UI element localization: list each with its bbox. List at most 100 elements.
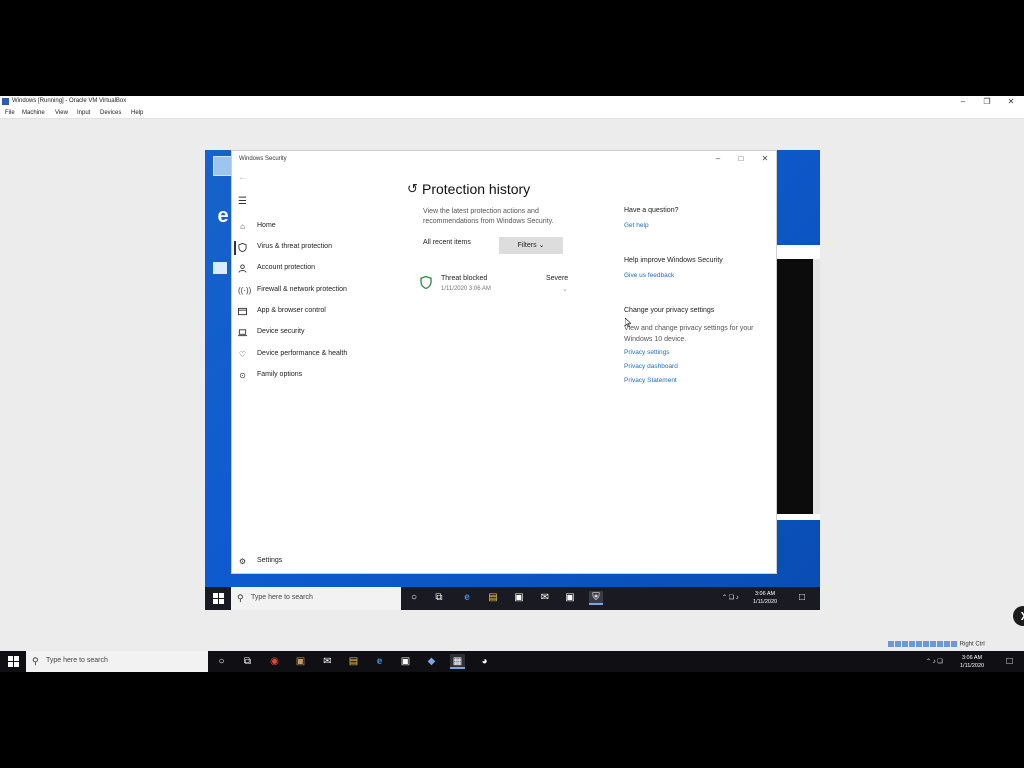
file-explorer-icon[interactable]: ▤ bbox=[346, 654, 361, 669]
mouse-integration-icon[interactable] bbox=[951, 641, 957, 647]
expand-chevron-icon[interactable]: ⌄ bbox=[562, 285, 568, 293]
task-view-icon[interactable]: ⧉ bbox=[240, 654, 255, 669]
menu-view[interactable]: View bbox=[55, 110, 68, 116]
nav-item-device-security[interactable]: Device security bbox=[232, 324, 402, 342]
host-clock[interactable]: 3:06 AM 1/11/2020 bbox=[960, 654, 984, 670]
notification-icon[interactable]: □ bbox=[1002, 654, 1017, 669]
obs-icon[interactable]: ◕ bbox=[477, 654, 492, 669]
mail-icon[interactable]: ✉ bbox=[320, 654, 335, 669]
mouse-cursor-icon bbox=[625, 318, 631, 327]
windows-start-icon[interactable] bbox=[213, 593, 224, 604]
desktop-shortcut-icon[interactable] bbox=[213, 262, 227, 274]
security-close-button[interactable]: ✕ bbox=[753, 153, 777, 165]
menu-machine[interactable]: Machine bbox=[22, 110, 45, 116]
shared-folder-icon[interactable] bbox=[923, 641, 929, 647]
terminal-icon[interactable]: ▣ bbox=[563, 591, 577, 605]
nav-item-family-options[interactable]: ⊙ Family options bbox=[232, 367, 402, 385]
windows-start-icon[interactable] bbox=[8, 656, 19, 667]
chrome-icon[interactable]: ◉ bbox=[267, 654, 282, 669]
guest-clock[interactable]: 3:06 AM 1/11/2020 bbox=[753, 590, 777, 606]
nav-item-firewall[interactable]: ((·)) Firewall & network protection bbox=[232, 282, 402, 300]
minimize-button[interactable]: – bbox=[951, 96, 975, 107]
guest-search-box[interactable]: ⚲ Type here to search bbox=[231, 587, 401, 610]
mail-icon[interactable]: ✉ bbox=[538, 591, 552, 605]
host-taskbar: ⚲ Type here to search ○ ⧉ ◉ ▣ ✉ ▤ e ▣ ◆ … bbox=[0, 651, 1024, 672]
nav-item-label: Virus & threat protection bbox=[257, 243, 332, 250]
nav-item-label: Family options bbox=[257, 371, 303, 378]
task-view-icon[interactable]: ⧉ bbox=[432, 591, 446, 605]
recording-icon[interactable] bbox=[937, 641, 943, 647]
cortana-icon[interactable]: ○ bbox=[407, 591, 421, 605]
improve-heading: Help improve Windows Security bbox=[624, 257, 723, 264]
store-icon[interactable]: ▣ bbox=[512, 591, 526, 605]
nav-item-home[interactable]: ⌂ Home bbox=[232, 218, 402, 236]
menu-help[interactable]: Help bbox=[131, 110, 143, 116]
file-explorer-icon[interactable]: ▤ bbox=[486, 591, 500, 605]
nav-item-device-performance[interactable]: ♡ Device performance & health bbox=[232, 346, 402, 364]
menu-devices[interactable]: Devices bbox=[100, 110, 121, 116]
notification-icon[interactable]: □ bbox=[795, 591, 809, 605]
display-icon[interactable] bbox=[930, 641, 936, 647]
feedback-link[interactable]: Give us feedback bbox=[624, 272, 674, 279]
close-button[interactable]: ✕ bbox=[999, 96, 1023, 107]
guest-date: 1/11/2020 bbox=[753, 599, 778, 605]
virtualbox-manager-icon[interactable]: ◆ bbox=[424, 654, 439, 669]
guest-time: 3:06 AM bbox=[754, 591, 776, 597]
threat-date: 1/11/2020 3:06 AM bbox=[441, 286, 491, 292]
tray-icons[interactable]: ⌃ ♪ ❏ bbox=[926, 658, 943, 665]
recycle-bin-icon[interactable] bbox=[213, 156, 233, 176]
virtualbox-status-bar: Right Ctrl bbox=[888, 641, 985, 648]
nav-item-label: Firewall & network protection bbox=[257, 286, 347, 293]
tray-icons[interactable]: ⌃ ❏ ♪ bbox=[722, 594, 739, 601]
menu-file[interactable]: File bbox=[5, 110, 15, 116]
search-placeholder: Type here to search bbox=[251, 594, 313, 601]
nav-item-app-browser-control[interactable]: App & browser control bbox=[232, 303, 402, 321]
threat-title[interactable]: Threat blocked bbox=[441, 275, 487, 282]
package-icon[interactable]: ▣ bbox=[293, 654, 308, 669]
privacy-dashboard-link[interactable]: Privacy dashboard bbox=[624, 363, 678, 370]
threat-severity: Severe bbox=[546, 275, 569, 282]
nav-item-account-protection[interactable]: Account protection bbox=[232, 260, 402, 278]
edge-icon[interactable]: e bbox=[372, 654, 387, 669]
edge-desktop-icon[interactable]: e bbox=[213, 206, 233, 226]
privacy-statement-link[interactable]: Privacy Statement bbox=[624, 377, 677, 384]
cpu-icon[interactable] bbox=[944, 641, 950, 647]
screen: Windows [Running] - Oracle VM VirtualBox… bbox=[0, 0, 1024, 768]
store-icon[interactable]: ▣ bbox=[398, 654, 413, 669]
filters-label: Filters bbox=[517, 242, 537, 249]
optical-icon[interactable] bbox=[895, 641, 901, 647]
console-scrollbar[interactable] bbox=[813, 259, 820, 514]
guest-desktop: e Windows Security – □ ✕ ← ☰ ⌂ Home Viru… bbox=[205, 150, 820, 610]
menu-input[interactable]: Input bbox=[77, 110, 90, 116]
privacy-settings-link[interactable]: Privacy settings bbox=[624, 349, 670, 356]
app-window-icon bbox=[238, 307, 247, 316]
security-taskbar-icon[interactable]: ⛨ bbox=[589, 591, 603, 605]
filters-button[interactable]: Filters ⌄ bbox=[499, 237, 563, 254]
virtualbox-app-icon bbox=[2, 98, 9, 105]
get-help-link[interactable]: Get help bbox=[624, 222, 649, 229]
home-icon: ⌂ bbox=[240, 222, 245, 231]
host-search-box[interactable]: ⚲ Type here to search bbox=[26, 651, 208, 672]
shield-icon bbox=[238, 242, 247, 253]
nav-item-settings[interactable]: ⚙ Settings bbox=[232, 553, 402, 571]
virtualbox-window: Windows [Running] - Oracle VM VirtualBox… bbox=[0, 96, 1024, 651]
usb-icon[interactable] bbox=[916, 641, 922, 647]
nav-item-label: Home bbox=[257, 222, 276, 229]
chevron-down-icon: ⌄ bbox=[538, 242, 545, 249]
gear-icon: ⚙ bbox=[238, 557, 247, 566]
search-icon: ⚲ bbox=[32, 656, 39, 666]
security-nav: ← ☰ ⌂ Home Virus & threat protection Acc… bbox=[232, 169, 402, 574]
audio-icon[interactable] bbox=[902, 641, 908, 647]
edge-icon[interactable]: e bbox=[460, 591, 474, 605]
network-icon[interactable] bbox=[909, 641, 915, 647]
cortana-icon[interactable]: ○ bbox=[214, 654, 229, 669]
back-arrow-icon[interactable]: ← bbox=[238, 172, 248, 183]
virtualbox-vm-icon[interactable]: ▦ bbox=[450, 654, 465, 669]
nav-item-virus-threat-protection[interactable]: Virus & threat protection bbox=[232, 239, 402, 257]
person-icon bbox=[238, 264, 247, 273]
disk-icon[interactable] bbox=[888, 641, 894, 647]
security-minimize-button[interactable]: – bbox=[706, 153, 730, 165]
security-maximize-button[interactable]: □ bbox=[729, 153, 753, 165]
restore-button[interactable]: ❐ bbox=[975, 96, 999, 107]
hamburger-menu-icon[interactable]: ☰ bbox=[238, 196, 247, 207]
